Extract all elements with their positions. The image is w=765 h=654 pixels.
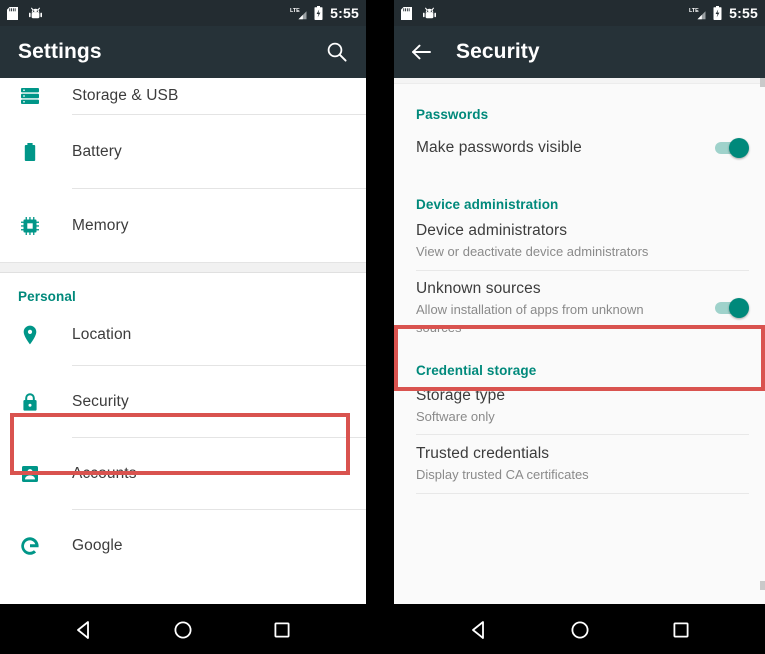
settings-row-label: Security [72,392,129,410]
pref-subtitle: Allow installation of apps from unknown … [416,302,644,335]
pref-text: Storage type Software only [416,387,749,425]
status-clock: 5:55 [729,5,758,21]
pref-trusted-credentials[interactable]: Trusted credentials Display trusted CA c… [394,435,765,493]
pref-text: Device administrators View or deactivate… [416,222,749,260]
pref-subtitle: View or deactivate device administrators [416,243,649,259]
security-list[interactable]: Passwords Make passwords visible Device … [394,78,765,604]
section-header-passwords: Passwords [416,107,489,122]
storage-icon [18,84,42,108]
battery-icon [18,140,42,164]
memory-icon [18,214,42,238]
recents-square-icon[interactable] [271,619,293,641]
lte-signal-icon: LTE [290,6,307,20]
svg-text:LTE: LTE [290,8,300,14]
settings-row-label: Battery [72,142,122,160]
section-header-credential-storage: Credential storage [416,363,537,378]
scrollbar-nub-bottom[interactable] [760,581,765,590]
account-icon [18,462,42,486]
pref-subtitle: Display trusted CA certificates [416,466,589,482]
pref-storage-type[interactable]: Storage type Software only [394,378,765,434]
svg-text:LTE: LTE [689,8,699,14]
settings-toolbar: Settings [0,26,366,78]
screenshot-root: LTE 5:55 Settings Storage & USB Battery … [0,0,765,654]
toggle-thumb [729,138,749,158]
lock-icon [18,390,42,414]
battery-charging-icon [314,6,323,20]
pref-text: Trusted credentials Display trusted CA c… [416,445,749,483]
pref-divider [416,270,749,271]
settings-row-storage[interactable]: Storage & USB [0,78,366,114]
status-icons-left [7,6,42,20]
settings-row-label: Memory [72,216,129,234]
settings-row-label: Google [72,536,123,554]
settings-list[interactable]: Storage & USB Battery Memory Personal Lo… [0,78,366,604]
right-phone-screenshot: LTE 5:55 Security Passwords Make passwor… [394,0,765,654]
toggle-make-passwords-visible[interactable] [715,138,749,158]
left-phone-screenshot: LTE 5:55 Settings Storage & USB Battery … [0,0,366,654]
status-clock: 5:55 [330,5,359,21]
list-bottom-spacer [394,494,765,510]
scrollbar-nub-top[interactable] [760,78,765,87]
page-title: Security [456,40,540,63]
settings-row-label: Location [72,325,132,343]
home-circle-icon[interactable] [172,619,194,641]
navigation-bar-left[interactable] [0,606,366,654]
pref-subtitle: Software only [416,408,495,424]
status-icons-right: LTE 5:55 [689,6,758,20]
status-icons-right: LTE 5:55 [290,6,359,20]
battery-charging-icon [713,6,722,20]
android-bug-icon [423,7,436,20]
pref-make-passwords-visible[interactable]: Make passwords visible [394,122,765,174]
toggle-unknown-sources[interactable] [715,298,749,318]
settings-row-battery[interactable]: Battery [0,115,366,188]
settings-row-memory[interactable]: Memory [0,189,366,262]
section-header-personal: Personal [18,289,76,304]
pref-title: Device administrators [416,221,568,239]
android-bug-icon [29,7,42,20]
navigation-bar-right[interactable] [394,606,765,654]
pref-title: Storage type [416,386,506,404]
page-title: Settings [18,40,102,63]
pref-title: Trusted credentials [416,444,550,462]
pref-text: Unknown sources Allow installation of ap… [416,280,703,335]
back-arrow-icon[interactable] [410,41,432,63]
pref-title: Make passwords visible [416,139,582,156]
pref-unknown-sources[interactable]: Unknown sources Allow installation of ap… [394,276,765,340]
pref-text: Make passwords visible [416,139,703,157]
sd-card-icon [7,6,18,20]
status-bar-left: LTE 5:55 [0,0,366,26]
settings-row-google[interactable]: Google [0,510,366,581]
search-icon[interactable] [326,41,348,63]
status-bar-right: LTE 5:55 [394,0,765,26]
sd-card-icon [401,6,412,20]
security-toolbar: Security [394,26,765,78]
location-pin-icon [18,323,42,347]
settings-row-label: Accounts [72,464,137,482]
recents-square-icon[interactable] [670,619,692,641]
toggle-thumb [729,298,749,318]
settings-row-label: Storage & USB [72,87,179,104]
back-triangle-icon[interactable] [468,619,490,641]
status-icons-left [401,6,436,20]
pref-device-administrators[interactable]: Device administrators View or deactivate… [394,212,765,270]
google-g-icon [18,534,42,558]
section-header-device-administration: Device administration [416,197,559,212]
pref-title: Unknown sources [416,280,541,298]
section-gap [0,262,366,273]
settings-row-location[interactable]: Location [0,304,366,365]
settings-row-security[interactable]: Security [0,366,366,437]
settings-row-accounts[interactable]: Accounts [0,438,366,509]
home-circle-icon[interactable] [569,619,591,641]
back-triangle-icon[interactable] [73,619,95,641]
lte-signal-icon: LTE [689,6,706,20]
